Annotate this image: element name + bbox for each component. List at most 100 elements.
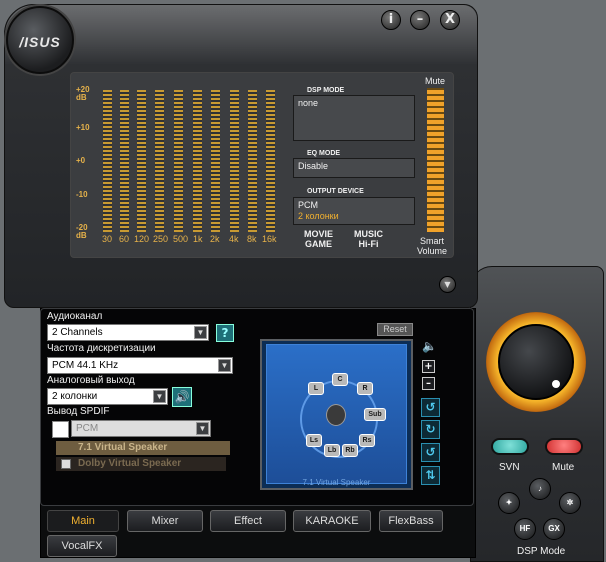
tab-flexbass[interactable]: FlexBass	[379, 510, 443, 532]
dsp-gx-button[interactable]: GX	[543, 518, 565, 540]
swap-icon[interactable]: ⇅	[421, 466, 440, 485]
output-device-display: PCM 2 колонки	[293, 197, 415, 225]
rotate-back-icon[interactable]: ↺	[421, 443, 440, 462]
listener-head-icon	[326, 404, 346, 426]
tab-karaoke[interactable]: KARAOKE	[293, 510, 371, 532]
eq-band-slider[interactable]	[266, 90, 275, 232]
eq-band-slider[interactable]	[137, 90, 146, 232]
sample-rate-label: Частота дискретизации	[47, 343, 156, 354]
chevron-down-icon: ▼	[218, 359, 231, 372]
dsp-gear-icon[interactable]: ✲	[559, 492, 581, 514]
analog-output-label: Аналоговый выход	[47, 375, 135, 386]
sample-rate-select[interactable]: PCM 44.1 KHz ▼	[47, 357, 233, 374]
speaker-test-icon[interactable]: 🔊	[172, 387, 192, 407]
eq-band-slider[interactable]	[211, 90, 220, 232]
eq-mode-display[interactable]: Disable	[293, 158, 415, 178]
freq-label: 120	[134, 234, 150, 244]
output-device-line2: 2 колонки	[298, 211, 339, 221]
output-device-line1: PCM	[298, 200, 318, 210]
preset-movie-game-button[interactable]: MOVIE GAME	[304, 229, 333, 249]
tab-main[interactable]: Main	[47, 510, 119, 532]
eq-band-slider[interactable]	[120, 90, 129, 232]
spdif-value: PCM	[76, 423, 99, 434]
asus-logo[interactable]: /ISUS	[6, 6, 74, 74]
dsp-game-icon[interactable]: ✦	[498, 492, 520, 514]
preset-game-label: GAME	[305, 239, 332, 249]
db-label-plus10: +10	[76, 123, 90, 132]
stage-caption: 7.1 Virtual Speaker	[302, 478, 371, 487]
minimize-icon[interactable]: –	[410, 10, 430, 30]
freq-label: 500	[173, 234, 189, 244]
close-icon[interactable]: X	[440, 10, 460, 30]
freq-label: 250	[153, 234, 169, 244]
spdif-checkbox[interactable]	[52, 421, 69, 438]
dsp-mode-title: DSP MODE	[304, 87, 348, 94]
info-icon[interactable]: i	[381, 10, 401, 30]
dolby-virtual-speaker-label: Dolby Virtual Speaker	[78, 458, 182, 469]
virtual-speaker-option[interactable]: 7.1 Virtual Speaker	[56, 441, 230, 455]
master-volume-meter[interactable]	[427, 88, 444, 232]
rotate-left-icon[interactable]: ↺	[421, 398, 440, 417]
speaker-left[interactable]: L	[308, 382, 324, 395]
dsp-hf-button[interactable]: HF	[514, 518, 536, 540]
eq-band-slider[interactable]	[193, 90, 202, 232]
chevron-down-icon: ▼	[194, 326, 207, 339]
reset-button[interactable]: Reset	[377, 323, 413, 336]
freq-label: 1k	[193, 234, 203, 244]
spdif-label: Вывод SPDIF	[47, 406, 110, 417]
virtual-speaker-label: 7.1 Virtual Speaker	[78, 442, 168, 453]
zoom-out-button[interactable]: –	[422, 377, 435, 390]
dsp-music-icon[interactable]: ♪	[529, 478, 551, 500]
tab-vocalfx[interactable]: VocalFX	[47, 535, 117, 557]
volume-knob[interactable]	[498, 324, 574, 400]
output-device-title: OUTPUT DEVICE	[304, 188, 367, 195]
channel-value: 2 Channels	[52, 327, 103, 338]
dsp-mode-value: none	[298, 98, 319, 108]
eq-band-slider[interactable]	[155, 90, 164, 232]
zoom-in-button[interactable]: +	[422, 360, 435, 373]
smart-volume-line2: Volume	[417, 246, 448, 256]
eq-band-slider[interactable]	[230, 90, 239, 232]
speaker-center[interactable]: C	[332, 373, 348, 386]
eq-band-slider[interactable]	[103, 90, 112, 232]
chevron-down-icon: ▼	[196, 422, 209, 435]
help-icon[interactable]: ?	[216, 324, 234, 342]
speaker-right[interactable]: R	[357, 382, 373, 395]
channel-select[interactable]: 2 Channels ▼	[47, 324, 209, 341]
dsp-mode-display: none	[293, 95, 415, 141]
speaker-right-surround[interactable]: Rs	[359, 434, 375, 447]
eq-band-slider[interactable]	[248, 90, 257, 232]
speaker-right-back[interactable]: Rb	[342, 444, 358, 457]
preset-music-label: MUSIC	[354, 229, 383, 239]
speaker-subwoofer[interactable]: Sub	[364, 408, 386, 421]
freq-label: 8k	[247, 234, 257, 244]
dsp-mode-label: DSP Mode	[517, 546, 566, 557]
db-label-zero: +0	[76, 156, 86, 165]
svn-toggle[interactable]	[491, 438, 529, 455]
speaker-left-back[interactable]: Lb	[324, 444, 340, 457]
freq-label: 2k	[210, 234, 220, 244]
right-control-panel	[470, 266, 604, 562]
eq-band-slider[interactable]	[174, 90, 183, 232]
mute-top-label[interactable]: Mute	[425, 76, 445, 86]
mute-toggle[interactable]	[545, 438, 583, 455]
analog-output-value: 2 колонки	[52, 391, 98, 402]
spdif-select[interactable]: PCM ▼	[71, 420, 211, 437]
dolby-virtual-speaker-option[interactable]: Dolby Virtual Speaker	[56, 457, 226, 471]
rotate-icon[interactable]: ↻	[421, 420, 440, 439]
preset-music-hifi-button[interactable]: MUSIC Hi-Fi	[354, 229, 383, 249]
freq-label: 30	[102, 234, 113, 244]
tab-effect[interactable]: Effect	[210, 510, 286, 532]
analog-output-select[interactable]: 2 колонки ▼	[47, 388, 168, 405]
tab-mixer[interactable]: Mixer	[127, 510, 203, 532]
volume-knob-indicator	[552, 380, 560, 388]
speaker-left-surround[interactable]: Ls	[306, 434, 322, 447]
chevron-down-icon: ▼	[153, 390, 166, 403]
volume-speaker-icon: 🔈	[422, 339, 437, 353]
dolby-checkbox[interactable]	[61, 459, 71, 469]
freq-label: 4k	[229, 234, 239, 244]
chevron-down-icon[interactable]: ▼	[439, 276, 456, 293]
eq-mode-value: Disable	[298, 161, 329, 171]
freq-label: 60	[119, 234, 130, 244]
smart-volume-button[interactable]: Smart Volume	[417, 236, 447, 256]
